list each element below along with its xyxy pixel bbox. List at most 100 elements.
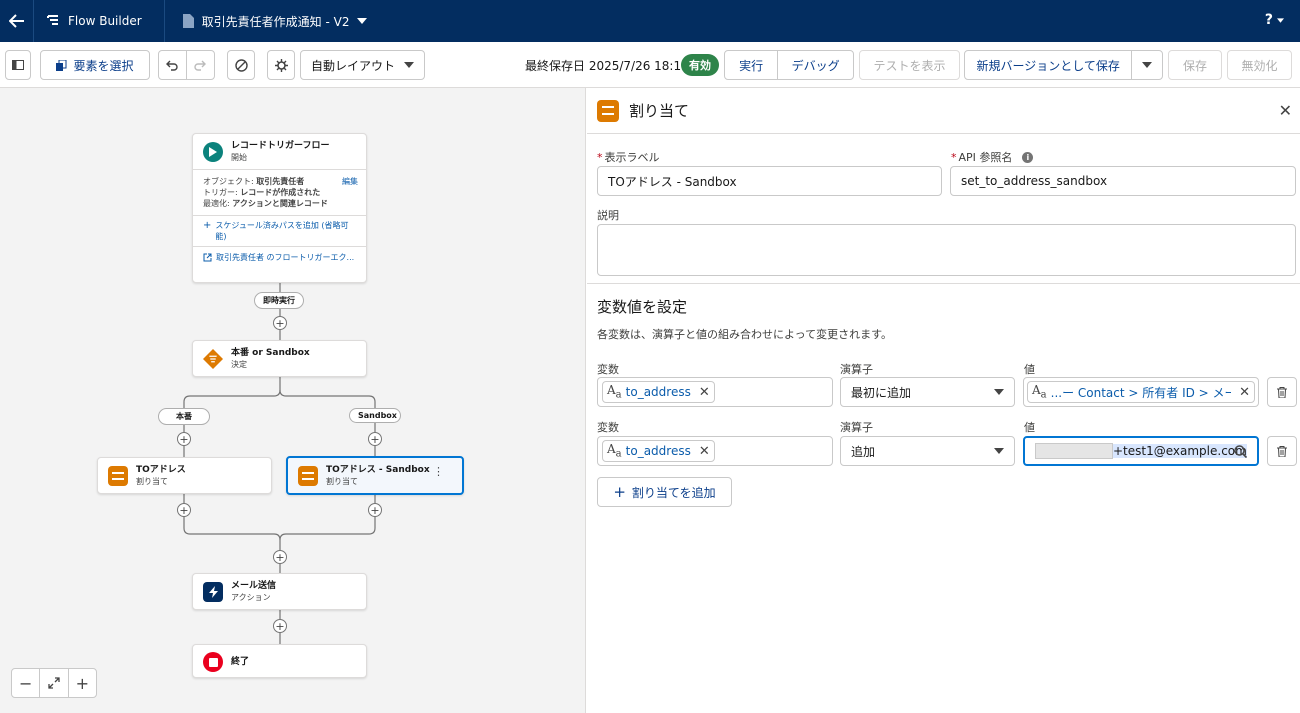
view-tests-button[interactable]: テストを表示 [859, 50, 960, 80]
start-node-header: レコードトリガーフロー 開始 [193, 134, 366, 169]
plus-icon: + [275, 550, 285, 564]
add-element-button[interactable]: + [273, 619, 287, 633]
end-node[interactable]: 終了 [192, 644, 367, 678]
email-action-node[interactable]: メール送信 アクション [192, 573, 367, 610]
add-element-button[interactable]: + [177, 503, 191, 517]
toggle-panel-button[interactable] [5, 50, 31, 80]
operator-select[interactable]: 追加 [840, 436, 1015, 466]
help-menu[interactable]: ? [1265, 12, 1284, 28]
plus-icon: + [275, 619, 285, 633]
operator-value: 最初に追加 [851, 385, 912, 400]
fit-view-button[interactable] [40, 669, 69, 697]
edit-link[interactable]: 編集 [342, 176, 358, 187]
save-new-version-button[interactable]: 新規バージョンとして保存 [965, 51, 1133, 79]
save-button[interactable]: 保存 [1168, 50, 1222, 80]
remove-icon[interactable]: ✕ [1239, 385, 1250, 400]
object-label: オブジェクト: [203, 177, 254, 186]
branch-sandbox-label: Sandbox [349, 408, 401, 423]
value-input[interactable]: Aa ...ー Contact > 所有者 ID > メール ✕ [1023, 377, 1259, 407]
variable-pill-label: to_address [625, 444, 691, 458]
add-element-button[interactable]: + [177, 432, 191, 446]
chevron-down-icon [1142, 62, 1153, 68]
add-element-button[interactable]: + [368, 503, 382, 517]
undo-redo-group [158, 50, 215, 80]
remove-icon[interactable]: ✕ [699, 385, 710, 400]
panel-header: 割り当て [587, 88, 1300, 134]
plus-icon: + [179, 503, 189, 517]
optimize-label: 最適化: [203, 199, 230, 208]
flow-name-menu[interactable]: 取引先責任者作成通知 - V2 [165, 13, 368, 30]
decision-node[interactable]: 本番 or Sandbox 決定 [192, 340, 367, 377]
variable-input[interactable]: Aa to_address ✕ [597, 377, 833, 407]
assignment-icon [108, 465, 128, 486]
redo-button[interactable] [187, 51, 214, 79]
set-variables-description: 各変数は、演算子と値の組み合わせによって変更されます。 [597, 328, 893, 341]
toolbar: 要素を選択 自動レイアウト 最終保存日 2025/7/26 18:13 有効 実… [0, 42, 1300, 88]
add-scheduled-path-link[interactable]: + スケジュール済みパスを追加 (省略可能) [193, 215, 366, 246]
layout-select[interactable]: 自動レイアウト [300, 50, 425, 80]
top-bar: Flow Builder 取引先責任者作成通知 - V2 ? [0, 0, 1300, 42]
save-new-version-group: 新規バージョンとして保存 [964, 50, 1163, 80]
add-element-button[interactable]: + [273, 550, 287, 564]
play-icon [203, 141, 223, 162]
description-textarea[interactable] [597, 224, 1296, 276]
plus-icon: + [203, 220, 212, 231]
api-name-input[interactable]: set_to_address_sandbox [950, 166, 1296, 196]
label-input[interactable]: TOアドレス - Sandbox [597, 166, 942, 196]
operator-label: 演算子 [840, 363, 873, 376]
add-assignment-button[interactable]: + 割り当てを追加 [597, 477, 732, 507]
assignment-node-prod[interactable]: TOアドレス 割り当て [97, 457, 272, 494]
start-node-details: オブジェクト: 取引先責任者 編集 トリガー: レコードが作成された 最適化: … [193, 169, 366, 215]
zoom-in-button[interactable]: + [69, 669, 96, 697]
trigger-explorer-label: 取引先責任者 のフロートリガーエク... [216, 253, 355, 262]
active-badge: 有効 [681, 54, 719, 76]
delete-row-button[interactable] [1267, 377, 1297, 407]
select-elements-button[interactable]: 要素を選択 [40, 50, 150, 80]
lightning-icon [203, 581, 223, 602]
deactivate-button[interactable]: 無効化 [1227, 50, 1292, 80]
operator-select[interactable]: 最初に追加 [840, 377, 1015, 407]
stop-icon [203, 652, 223, 672]
variable-pill: Aa to_address ✕ [602, 381, 715, 403]
decision-node-subtitle: 決定 [231, 360, 247, 369]
save-options-button[interactable] [1132, 51, 1162, 79]
trigger-explorer-link[interactable]: 取引先責任者 のフロートリガーエク... [193, 246, 366, 268]
zoom-controls: − + [11, 668, 97, 698]
search-icon[interactable] [1234, 445, 1247, 458]
close-panel-button[interactable]: ✕ [1279, 101, 1292, 120]
variable-input[interactable]: Aa to_address ✕ [597, 436, 833, 466]
disable-button[interactable] [227, 50, 255, 80]
email-action-subtitle: アクション [231, 593, 271, 602]
close-icon: ✕ [1278, 101, 1292, 120]
flow-canvas[interactable]: レコードトリガーフロー 開始 オブジェクト: 取引先責任者 編集 トリガー: レ… [0, 88, 586, 713]
end-node-title: 終了 [231, 657, 250, 667]
add-element-button[interactable]: + [368, 432, 382, 446]
plus-icon: + [613, 483, 626, 501]
api-name-label: * API 参照名 i [951, 149, 1034, 165]
trigger-value: レコードが作成された [240, 188, 321, 197]
value-pill-label: ...ー Contact > 所有者 ID > メール [1050, 385, 1232, 400]
file-icon [182, 14, 194, 28]
debug-button[interactable]: デバッグ [778, 51, 853, 79]
run-button[interactable]: 実行 [725, 51, 779, 79]
delete-row-button[interactable] [1267, 436, 1297, 466]
info-icon[interactable]: i [1022, 151, 1034, 163]
layout-value: 自動レイアウト [311, 58, 396, 73]
zoom-out-button[interactable]: − [12, 669, 41, 697]
redacted-text [1035, 443, 1113, 459]
value-input-focused[interactable]: +test1@example.com [1023, 436, 1259, 466]
variable-pill-label: to_address [625, 385, 691, 399]
start-node[interactable]: レコードトリガーフロー 開始 オブジェクト: 取引先責任者 編集 トリガー: レ… [192, 133, 367, 283]
chevron-down-icon [1277, 17, 1284, 23]
back-arrow-icon [8, 14, 24, 28]
remove-icon[interactable]: ✕ [699, 444, 710, 459]
back-button[interactable] [0, 0, 34, 42]
api-name-label-text: API 参照名 [958, 151, 1013, 164]
undo-button[interactable] [159, 51, 187, 79]
add-element-button[interactable]: + [273, 316, 287, 330]
assignment-icon [298, 465, 318, 486]
more-actions-icon[interactable]: ⋮ [433, 466, 444, 477]
chevron-down-icon [994, 448, 1004, 454]
assignment-node-sandbox[interactable]: TOアドレス - Sandbox 割り当て ⋮ [286, 456, 464, 495]
settings-button[interactable] [267, 50, 295, 80]
